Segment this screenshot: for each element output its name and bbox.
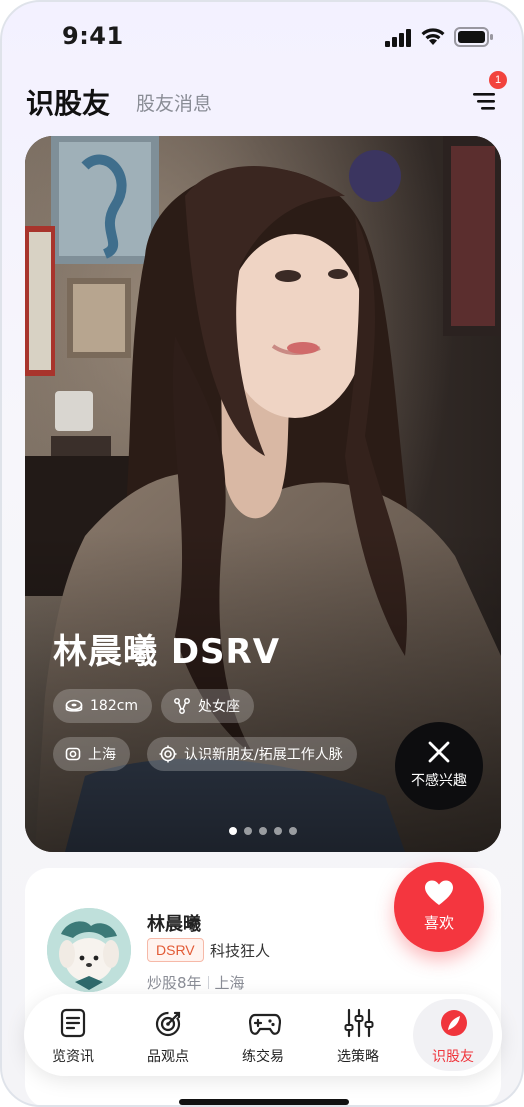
info-city: 上海 xyxy=(214,974,245,992)
news-icon xyxy=(60,1008,86,1038)
chip-purpose-text: 认识新朋友/拓展工作人脉 xyxy=(184,747,343,763)
close-icon xyxy=(428,741,450,763)
wifi-icon xyxy=(421,28,445,45)
pager-dot[interactable] xyxy=(289,827,297,835)
info-experience: 炒股8年 xyxy=(147,974,202,992)
photo-pager[interactable] xyxy=(229,827,297,835)
battery-icon xyxy=(454,27,493,47)
chip-location: 上海 xyxy=(53,737,130,771)
pager-dot[interactable] xyxy=(229,827,237,835)
status-bar: 9:41 xyxy=(2,2,522,68)
tab-label: 选策略 xyxy=(337,1049,379,1065)
chip-purpose: 认识新朋友/拓展工作人脉 xyxy=(147,737,357,771)
info-meta: 炒股8年 上海 xyxy=(147,972,245,993)
like-button[interactable]: 喜欢 xyxy=(394,862,484,952)
pager-dot[interactable] xyxy=(274,827,282,835)
heart-icon xyxy=(425,880,453,905)
page-title[interactable]: 识股友 xyxy=(26,82,110,122)
tab-label: 品观点 xyxy=(147,1049,189,1065)
tab-news[interactable]: 览资讯 xyxy=(28,994,118,1076)
pager-dot[interactable] xyxy=(244,827,252,835)
phone-screen: 9:41 识股友 股友消息 1 林晨曦 DSRV 182cm 处女座 上海 认识… xyxy=(0,0,524,1107)
gamepad-icon xyxy=(249,1013,281,1035)
puppy-avatar-image xyxy=(47,908,131,992)
tab-trading[interactable]: 练交易 xyxy=(218,994,308,1076)
chip-zodiac: 处女座 xyxy=(161,689,254,723)
chip-height-text: 182cm xyxy=(90,698,139,714)
tab-strategy[interactable]: 选策略 xyxy=(313,994,403,1076)
like-label: 喜欢 xyxy=(423,914,454,932)
tab-opinions[interactable]: 品观点 xyxy=(123,994,213,1076)
info-name: 林晨曦 xyxy=(147,914,201,935)
dislike-label: 不感兴趣 xyxy=(411,773,467,789)
compass-icon xyxy=(441,1010,467,1036)
dislike-button[interactable]: 不感兴趣 xyxy=(395,722,483,810)
avatar[interactable] xyxy=(47,908,131,992)
chip-location-text: 上海 xyxy=(88,747,116,763)
status-time: 9:41 xyxy=(62,22,124,50)
home-indicator[interactable] xyxy=(179,1099,349,1105)
camera-location-icon xyxy=(65,747,81,761)
top-header: 识股友 股友消息 1 xyxy=(2,71,522,124)
constellation-icon xyxy=(174,698,190,714)
profile-card[interactable]: 林晨曦 DSRV 182cm 处女座 上海 认识新朋友/拓展工作人脉 不感兴趣 xyxy=(25,136,501,852)
target-icon xyxy=(155,1011,181,1037)
filter-menu-icon[interactable] xyxy=(471,88,499,114)
tab-stock-friends[interactable]: 识股友 xyxy=(408,994,498,1076)
info-title: 科技狂人 xyxy=(210,942,271,960)
info-tag: DSRV xyxy=(147,938,204,962)
bottom-tab-bar: 览资讯 品观点 练交易 选策略 识股友 xyxy=(24,994,502,1076)
chip-height: 182cm xyxy=(53,689,153,723)
tab-label: 识股友 xyxy=(432,1049,474,1065)
ruler-icon xyxy=(65,699,83,712)
tab-messages[interactable]: 股友消息 xyxy=(136,89,212,116)
chip-zodiac-text: 处女座 xyxy=(198,699,240,715)
pager-dot[interactable] xyxy=(259,827,267,835)
sliders-icon xyxy=(344,1008,374,1038)
tab-label: 览资讯 xyxy=(52,1049,94,1065)
target-icon xyxy=(159,745,177,763)
notification-badge: 1 xyxy=(489,71,507,89)
signal-icon xyxy=(385,29,411,47)
tab-label: 练交易 xyxy=(242,1049,284,1065)
profile-name: 林晨曦 DSRV xyxy=(53,632,281,672)
meta-divider xyxy=(207,976,209,989)
